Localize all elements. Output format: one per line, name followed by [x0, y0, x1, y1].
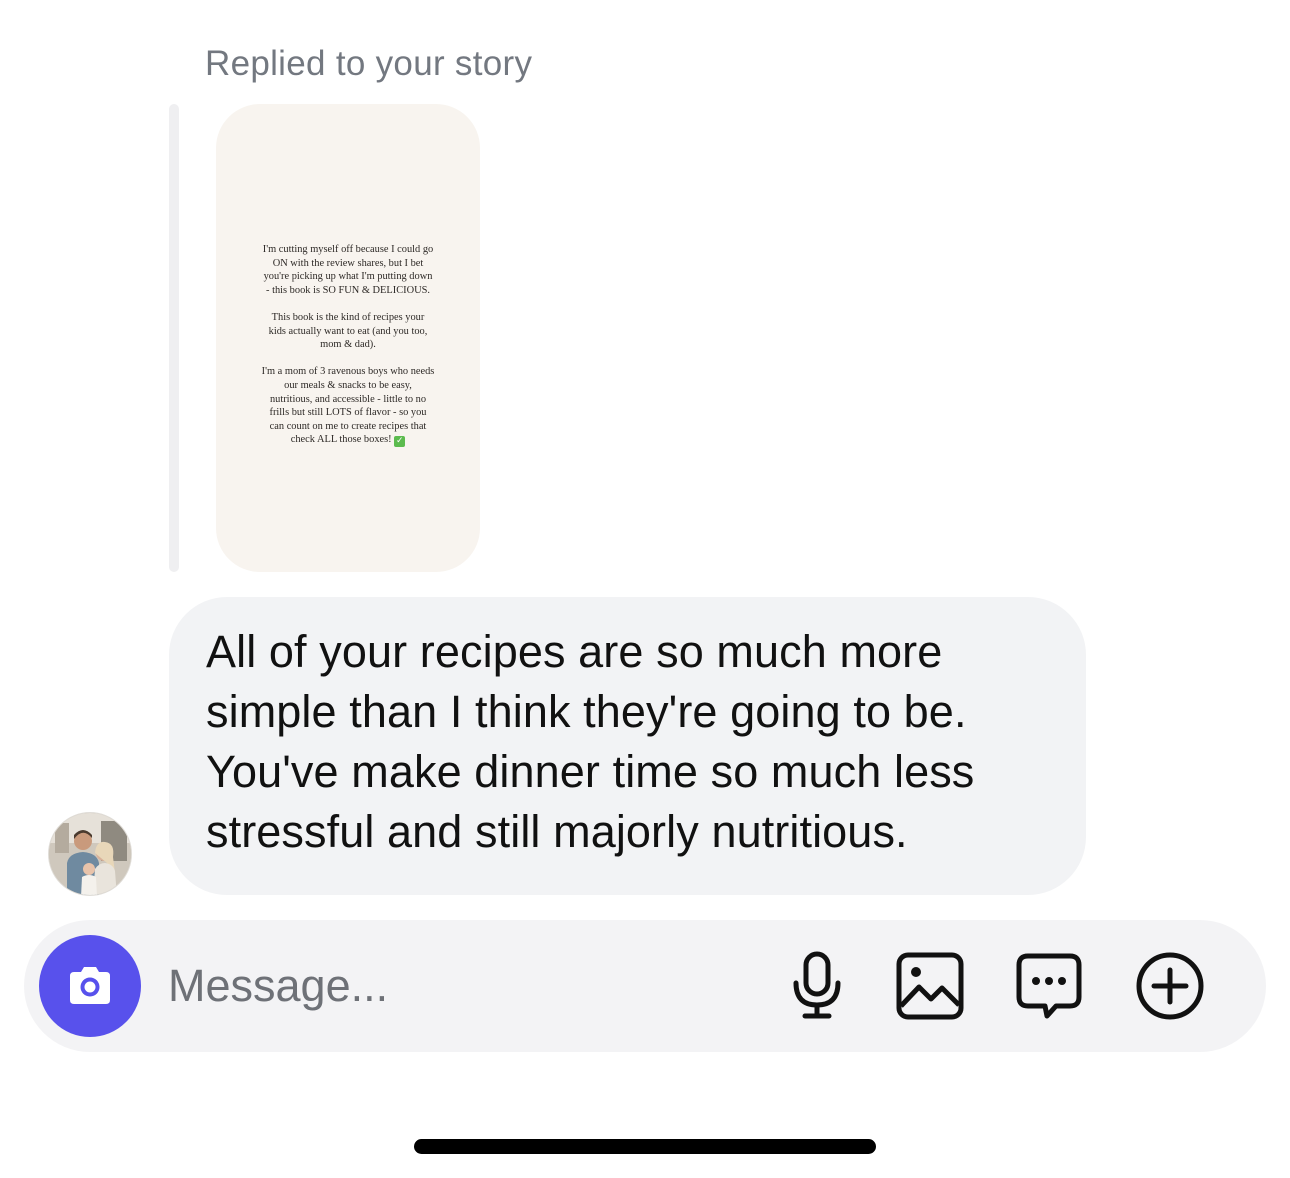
story-preview[interactable]: I'm cutting myself off because I could g…	[216, 104, 480, 572]
story-paragraph: This book is the kind of recipes your ki…	[268, 311, 428, 351]
camera-icon	[70, 967, 110, 1004]
check-mark-icon: ✓	[394, 436, 406, 448]
camera-button[interactable]	[39, 935, 141, 1037]
message-text: All of your recipes are so much more sim…	[206, 626, 975, 857]
microphone-button[interactable]	[782, 951, 852, 1021]
microphone-icon	[793, 951, 841, 1019]
reply-indicator-bar	[169, 104, 179, 572]
message-input[interactable]	[168, 950, 728, 1022]
sticker-button[interactable]	[1014, 951, 1084, 1021]
avatar[interactable]	[48, 812, 132, 896]
story-paragraph-text: I'm a mom of 3 ravenous boys who needs o…	[261, 366, 435, 446]
add-button[interactable]	[1135, 951, 1205, 1021]
gallery-button[interactable]	[895, 951, 965, 1021]
image-icon	[896, 952, 964, 1020]
message-composer	[24, 920, 1266, 1052]
story-paragraph: I'm cutting myself off because I could g…	[262, 244, 434, 296]
story-text: I'm cutting myself off because I could g…	[238, 243, 458, 448]
story-paragraph: I'm a mom of 3 ravenous boys who needs o…	[238, 365, 458, 448]
home-indicator	[414, 1139, 876, 1154]
avatar-photo	[49, 813, 131, 895]
message-bubble[interactable]: All of your recipes are so much more sim…	[169, 597, 1086, 895]
plus-circle-icon	[1136, 952, 1204, 1020]
reply-label: Replied to your story	[205, 44, 533, 83]
chat-bubble-dots-icon	[1016, 953, 1082, 1019]
